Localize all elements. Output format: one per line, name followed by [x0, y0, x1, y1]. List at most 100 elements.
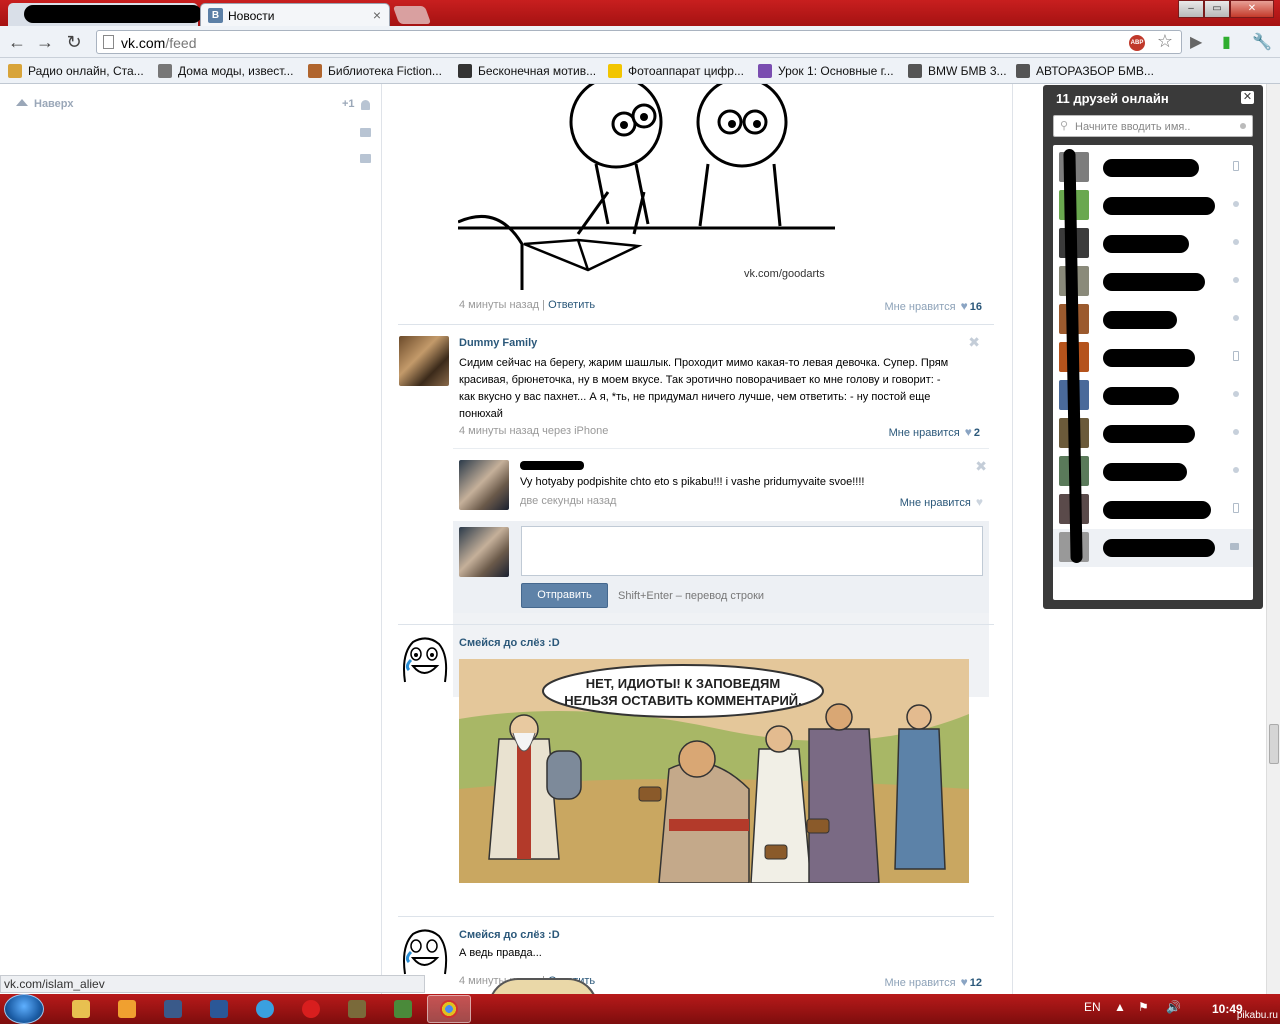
mobile-status-icon [1233, 351, 1239, 361]
man3-robe [894, 728, 946, 870]
chat-friend-item[interactable] [1053, 225, 1253, 263]
bookmark-star-icon[interactable]: ☆ [1157, 31, 1173, 52]
ie-icon[interactable] [256, 1000, 274, 1018]
post-author[interactable]: Смейся до слёз :D [459, 637, 560, 649]
redacted-name [1103, 311, 1177, 329]
friends-icon[interactable] [361, 100, 370, 110]
like-count: 16 [969, 301, 982, 313]
word-icon[interactable] [210, 1000, 228, 1018]
message-icon [1230, 543, 1239, 550]
media-icon[interactable] [118, 1000, 136, 1018]
reply-textarea[interactable] [521, 526, 983, 576]
bookmark-item[interactable]: BMW БМВ 3... [908, 63, 1007, 79]
post-divider [398, 324, 994, 325]
bookmark-item[interactable]: Фотоаппарат цифр... [608, 63, 744, 79]
page-icon [103, 35, 114, 49]
page-scrollbar[interactable] [1266, 84, 1280, 994]
chat-friend-item[interactable] [1053, 453, 1253, 491]
bookmark-item[interactable]: Урок 1: Основные г... [758, 63, 894, 79]
mail-icon[interactable] [360, 128, 371, 137]
tab-close-icon[interactable]: × [373, 7, 381, 23]
like-button[interactable]: Мне нравится ♥ 16 [884, 299, 982, 313]
back-arrow-icon[interactable]: ← [6, 31, 28, 53]
avatar[interactable] [399, 634, 449, 684]
start-button[interactable] [4, 994, 44, 1024]
minecraft-icon[interactable] [394, 1000, 412, 1018]
flag-icon[interactable]: ⚑ [1138, 1000, 1149, 1014]
opera-icon[interactable] [302, 1000, 320, 1018]
hammer [638, 786, 662, 802]
maximize-button[interactable]: ▭ [1204, 0, 1230, 18]
like-button[interactable]: Мне нравится ♥ 2 [889, 425, 980, 439]
redacted-name [1103, 463, 1187, 481]
address-bar[interactable]: vk.com/feed ABP ☆ [96, 30, 1182, 54]
post-text: Сидим сейчас на берегу, жарим шашлык. Пр… [459, 357, 949, 420]
bookmark-item[interactable]: Библиотека Fiction... [308, 63, 442, 79]
bookmark-item[interactable]: Радио онлайн, Ста... [8, 63, 144, 79]
comment-icon[interactable] [360, 154, 371, 163]
chrome-icon[interactable] [440, 1000, 458, 1018]
chat-friend-item[interactable] [1053, 187, 1253, 225]
signal-extension-icon[interactable]: ▮ [1222, 32, 1231, 52]
chat-friend-item[interactable] [1053, 149, 1253, 187]
avatar[interactable] [399, 336, 449, 386]
man3-head [906, 704, 932, 730]
fashion-icon [158, 64, 172, 78]
library-icon [308, 64, 322, 78]
language-indicator[interactable]: EN [1084, 1000, 1101, 1014]
post-author[interactable]: Смейся до слёз :D [459, 929, 560, 941]
comment-close-icon[interactable]: ✖ [975, 458, 987, 475]
like-label: Мне нравится [884, 301, 956, 313]
scrollbar-thumb[interactable] [1269, 724, 1279, 764]
comment-like-button[interactable]: Мне нравится ♥ [900, 495, 985, 509]
browser-tab-active[interactable]: В Новости × [200, 3, 390, 26]
post-author[interactable]: Dummy Family [459, 337, 537, 349]
avatar [459, 527, 509, 577]
hourglass-icon [458, 64, 472, 78]
avatar[interactable] [459, 460, 509, 510]
chat-close-icon[interactable]: ✕ [1241, 91, 1254, 104]
chat-friend-item[interactable] [1053, 377, 1253, 415]
volume-icon[interactable]: 🔊 [1166, 1000, 1181, 1014]
window-close-button[interactable]: ✕ [1230, 0, 1274, 18]
chat-friend-item[interactable] [1053, 415, 1253, 453]
tray-up-icon[interactable]: ▲ [1114, 1000, 1126, 1014]
explorer-icon[interactable] [72, 1000, 90, 1018]
new-tab-button[interactable] [392, 6, 432, 24]
post-laugh: Смейся до слёз :D НЕТ, ИДИОТЫ! К ЗАПОВЕД… [398, 626, 994, 989]
man2-head [825, 703, 853, 731]
chat-search-input[interactable]: ⚲ Начните вводить имя.. [1053, 115, 1253, 137]
a-letter-icon [608, 64, 622, 78]
forward-arrow-icon[interactable]: → [34, 31, 56, 53]
app-icon[interactable] [164, 1000, 182, 1018]
wrench-icon[interactable]: 🔧 [1252, 32, 1272, 52]
send-button[interactable]: Отправить [521, 583, 608, 608]
search-clear-icon[interactable] [1240, 123, 1246, 129]
search-icon: ⚲ [1060, 120, 1069, 132]
right-character-pupil [753, 120, 761, 128]
plus-one-counter[interactable]: +1 [342, 98, 355, 110]
chat-friend-item[interactable] [1053, 529, 1253, 567]
bookmark-item[interactable]: Дома моды, извест... [158, 63, 293, 79]
rage-face-icon [403, 929, 448, 975]
scroll-to-top-link[interactable]: Наверх [16, 98, 74, 110]
bookmark-item[interactable]: Бесконечная мотив... [458, 63, 596, 79]
chat-friend-item[interactable] [1053, 263, 1253, 301]
post-close-icon[interactable]: ✖ [968, 334, 980, 351]
post-divider [398, 916, 994, 917]
adblock-icon[interactable]: ABP [1129, 35, 1145, 51]
minimize-button[interactable]: – [1178, 0, 1204, 18]
browser-tab-hidden[interactable] [8, 3, 202, 26]
tools-icon[interactable] [348, 1000, 366, 1018]
bookmark-label: BMW БМВ 3... [928, 64, 1007, 78]
chat-friend-item[interactable] [1053, 491, 1253, 529]
reload-icon[interactable]: ↻ [63, 31, 85, 53]
bookmark-item[interactable]: АВТОРАЗБОР БМВ... [1016, 63, 1154, 79]
reply-link[interactable]: Ответить [548, 299, 595, 311]
chat-friend-item[interactable] [1053, 339, 1253, 377]
right-column-border [1012, 84, 1013, 994]
chat-friend-item[interactable] [1053, 301, 1253, 339]
play-extension-icon[interactable]: ▶ [1190, 32, 1202, 52]
avatar[interactable] [399, 926, 449, 976]
redacted-name [1103, 197, 1215, 215]
